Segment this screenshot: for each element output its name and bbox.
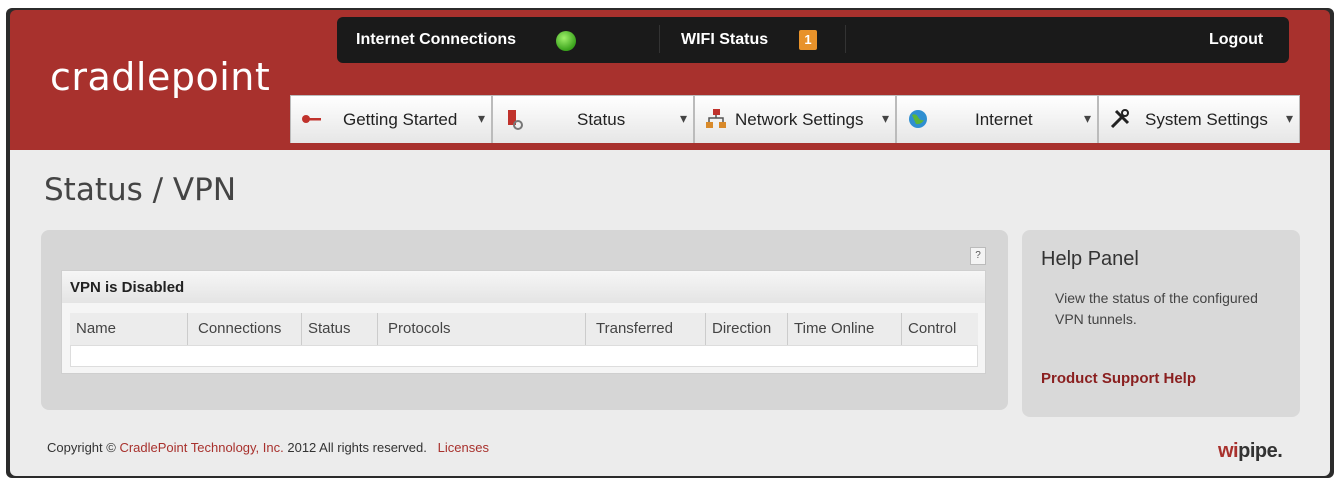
- vpn-table-header: Name Connections Status Protocols Transf…: [70, 313, 978, 345]
- chevron-down-icon: ▾: [477, 110, 485, 126]
- tab-label: Internet: [975, 110, 1033, 129]
- column-direction: Direction: [706, 313, 788, 345]
- company-link[interactable]: CradlePoint Technology, Inc.: [119, 440, 283, 455]
- cradlepoint-logo: cradlepoint: [50, 55, 271, 99]
- page-title: Status / VPN: [44, 172, 237, 208]
- column-name: Name: [70, 313, 188, 345]
- vpn-table-box: VPN is Disabled Name Connections Status …: [61, 270, 986, 374]
- main-nav: Getting Started ▾ Status ▾ Network Setti…: [290, 95, 1300, 143]
- tab-label: Getting Started: [343, 110, 458, 129]
- chevron-down-icon: ▾: [679, 110, 687, 126]
- network-icon: [706, 109, 726, 128]
- tab-status[interactable]: Status ▾: [492, 95, 694, 143]
- footer: Copyright © CradlePoint Technology, Inc.…: [47, 440, 489, 455]
- copyright-suffix: 2012 All rights reserved.: [283, 440, 427, 455]
- internet-status-icon: [556, 31, 576, 51]
- separator: [659, 25, 660, 53]
- internet-connections-link[interactable]: Internet Connections: [356, 31, 516, 49]
- tab-system-settings[interactable]: System Settings ▾: [1098, 95, 1300, 143]
- wifi-status-link[interactable]: WIFI Status: [681, 31, 768, 49]
- tab-getting-started[interactable]: Getting Started ▾: [290, 95, 492, 143]
- column-control: Control: [908, 320, 957, 337]
- licenses-link[interactable]: Licenses: [438, 440, 489, 455]
- tab-label: System Settings: [1145, 110, 1268, 129]
- vpn-status-header: VPN is Disabled: [62, 271, 985, 303]
- tab-label: Status: [577, 110, 626, 129]
- chevron-down-icon: ▾: [881, 110, 889, 126]
- chevron-down-icon: ▾: [1285, 110, 1293, 126]
- column-connections: Connections: [188, 313, 302, 345]
- column-time-online: Time Online: [788, 313, 902, 345]
- wipipe-logo-pipe: pipe.: [1238, 440, 1283, 462]
- top-status-bar: Internet Connections WIFI Status 1 Logou…: [337, 17, 1289, 63]
- product-support-link[interactable]: Product Support Help: [1041, 370, 1196, 387]
- key-icon: [302, 115, 321, 123]
- logout-link[interactable]: Logout: [1209, 31, 1263, 49]
- chevron-down-icon: ▾: [1083, 110, 1091, 126]
- tab-internet[interactable]: Internet ▾: [896, 95, 1098, 143]
- column-transferred: Transferred: [586, 313, 706, 345]
- tab-network-settings[interactable]: Network Settings ▾: [694, 95, 896, 143]
- globe-icon: [909, 110, 927, 128]
- tab-label: Network Settings: [735, 110, 864, 129]
- wifi-status-badge: 1: [799, 30, 817, 50]
- help-question-button[interactable]: ?: [970, 247, 986, 265]
- help-panel-text: View the status of the configured VPN tu…: [1055, 290, 1258, 327]
- clipboard-icon: [508, 110, 523, 130]
- tools-icon: [1110, 109, 1130, 129]
- separator: [845, 25, 846, 53]
- column-protocols: Protocols: [378, 313, 586, 345]
- copyright-prefix: Copyright ©: [47, 440, 120, 455]
- wipipe-logo-wi: wi: [1218, 440, 1239, 462]
- column-status: Status: [302, 313, 378, 345]
- help-panel-title: Help Panel: [1041, 248, 1139, 270]
- vpn-status-text: VPN is Disabled: [70, 279, 185, 296]
- table-row: [70, 345, 978, 367]
- wipipe-logo: wipipe.: [1218, 440, 1283, 463]
